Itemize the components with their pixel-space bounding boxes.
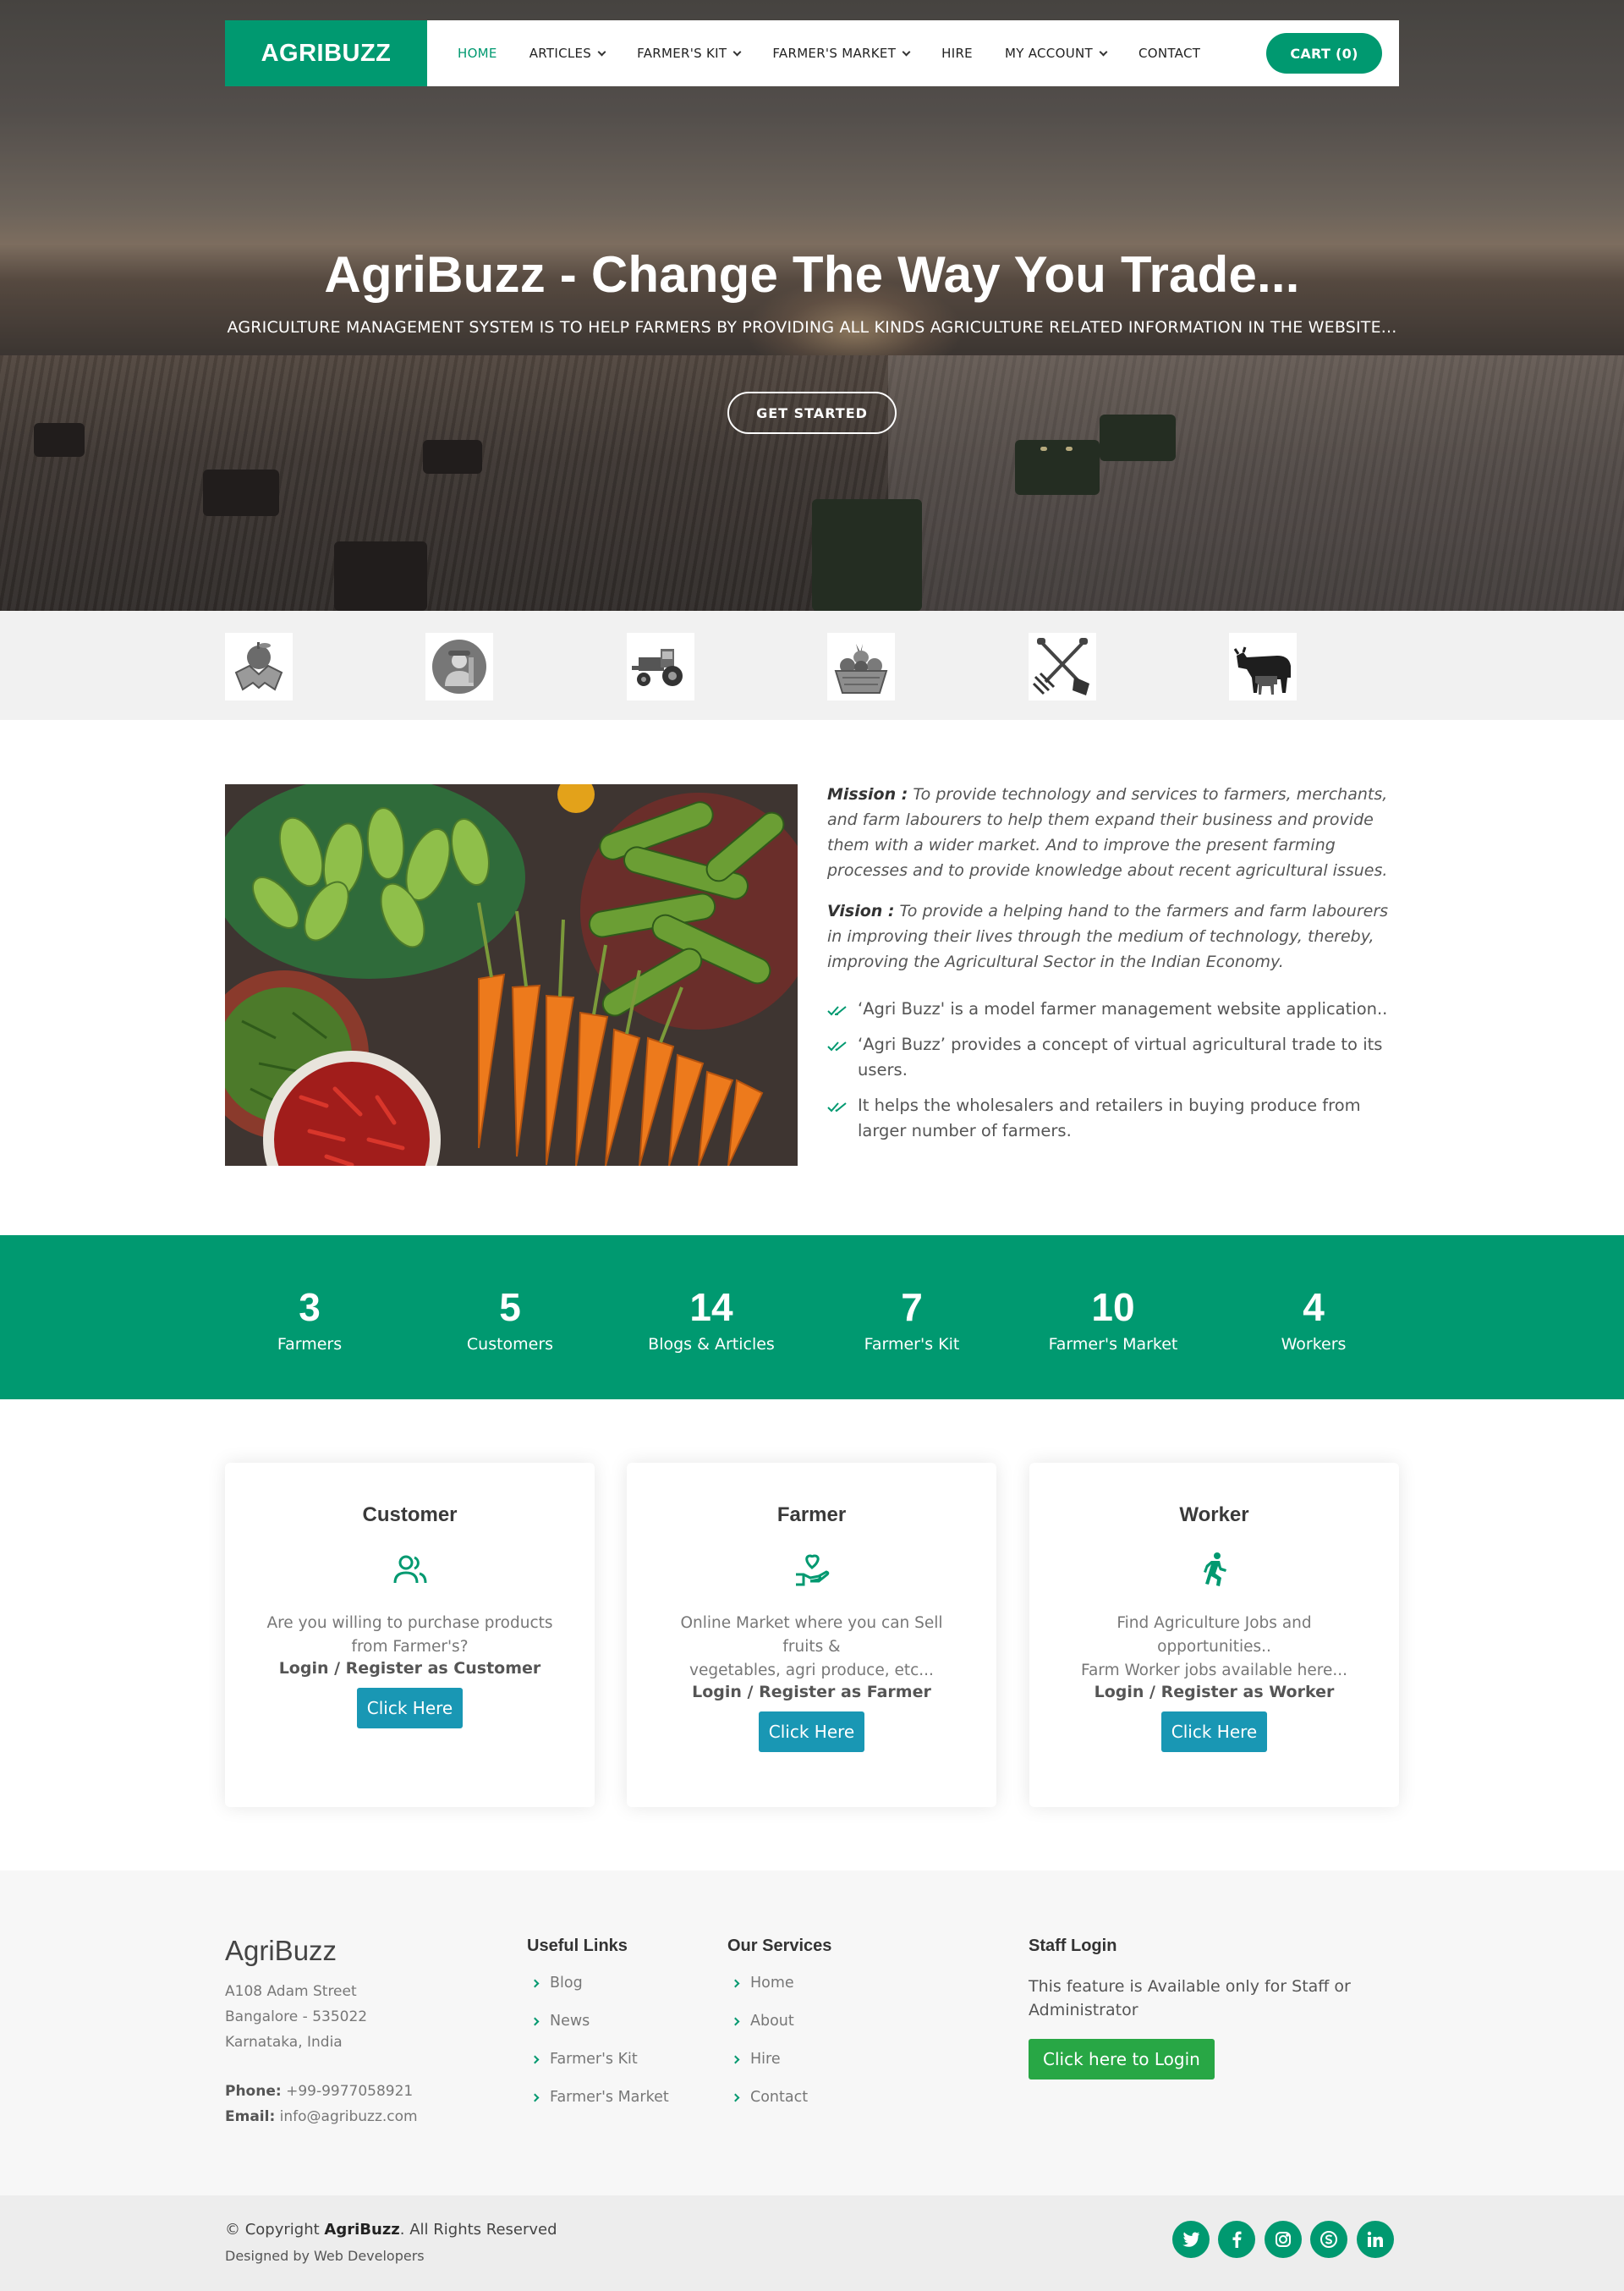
footer-phone[interactable]: +99-9977058921 [286, 2083, 413, 2100]
footer-contact: Phone: +99-9977058921 Email: info@agribu… [225, 2083, 418, 2125]
footer-link-news[interactable]: News [527, 2013, 669, 2030]
chevron-right-icon [530, 2093, 540, 2101]
chevron-right-icon [530, 2055, 540, 2063]
chevron-right-icon [731, 2017, 740, 2025]
hand-heart-icon [793, 1551, 831, 1588]
list-item: ‘Agri Buzz’ provides a concept of virtua… [827, 1032, 1399, 1083]
nav-item-contact[interactable]: CONTACT [1138, 46, 1200, 61]
services-column: Our Services Home About Hire Contact [727, 1937, 832, 2106]
stat-blogs-articles: 14 Blogs & Articles [648, 1285, 775, 1354]
hero-subtitle: AGRICULTURE MANAGEMENT SYSTEM IS TO HELP… [227, 318, 1397, 337]
instagram-icon[interactable] [1265, 2221, 1302, 2258]
chevron-right-icon [731, 2055, 740, 2063]
stat-farmers-kit: 7 Farmer's Kit [864, 1285, 960, 1354]
cow-calf-icon[interactable] [1229, 633, 1297, 700]
chevron-right-icon [530, 2017, 540, 2025]
nav-item-home[interactable]: HOME [458, 46, 497, 61]
useful-links-column: Useful Links Blog News Farmer's Kit Farm… [527, 1937, 669, 2106]
customer-card: Customer Are you willing to purchase pro… [225, 1463, 595, 1807]
linkedin-icon[interactable] [1357, 2221, 1394, 2258]
category-icon-strip [0, 611, 1624, 720]
footer-link-home[interactable]: Home [727, 1975, 831, 1992]
stat-workers: 4 Workers [1281, 1285, 1347, 1354]
chevron-down-icon [597, 47, 606, 56]
farmer-card: Farmer Online Market where you can Sell … [627, 1463, 996, 1807]
fruit-basket-icon[interactable] [827, 633, 895, 700]
stats-section: 3 Farmers 5 Customers 14 Blogs & Articles 7… [0, 1235, 1624, 1399]
farmer-click-here-button[interactable]: Click Here [759, 1711, 864, 1752]
nav-item-hire[interactable]: HIRE [941, 46, 973, 61]
list-item: It helps the wholesalers and retailers i… [827, 1093, 1399, 1144]
footer-link-contact[interactable]: Contact [727, 2089, 831, 2106]
footer: AgriBuzz A108 Adam Street Bangalore - 53… [0, 1871, 1624, 2195]
designed-by-text: Designed by Web Developers [225, 2248, 425, 2264]
nav-item-farmers-kit[interactable]: FARMER'S KIT [637, 46, 742, 61]
chevron-down-icon [902, 47, 911, 56]
nav-item-articles[interactable]: ARTICLES [529, 46, 606, 61]
skype-icon[interactable] [1310, 2221, 1347, 2258]
chevron-down-icon [1099, 47, 1108, 56]
footer-bottom-bar: © Copyright AgriBuzz. All Rights Reserve… [0, 2195, 1624, 2291]
site-logo[interactable]: AGRIBUZZ [225, 20, 427, 86]
get-started-button[interactable]: GET STARTED [727, 392, 897, 434]
footer-link-hire[interactable]: Hire [727, 2051, 831, 2068]
hero-title: AgriBuzz - Change The Way You Trade... [324, 246, 1300, 303]
tractor-icon[interactable] [627, 633, 694, 700]
chevron-right-icon [731, 2093, 740, 2101]
chevron-down-icon [732, 47, 742, 56]
vision-paragraph: Vision : To provide a helping hand to th… [827, 902, 1389, 971]
nav-item-my-account[interactable]: MY ACCOUNT [1005, 46, 1108, 61]
stat-customers: 5 Customers [466, 1285, 554, 1354]
stat-farmers-market: 10 Farmer's Market [1048, 1285, 1178, 1354]
running-person-icon [1196, 1551, 1233, 1588]
hero-section: AGRIBUZZ HOME ARTICLES FARMER'S KIT FARM… [0, 0, 1624, 611]
vegetables-photo [225, 784, 798, 1166]
customer-click-here-button[interactable]: Click Here [357, 1688, 463, 1728]
mission-paragraph: Mission : To provide technology and serv… [827, 785, 1388, 880]
rake-shovel-icon[interactable] [1029, 633, 1096, 700]
worker-card: Worker Find Agriculture Jobs and opportu… [1029, 1463, 1399, 1807]
farmer-avatar-icon[interactable] [425, 633, 493, 700]
footer-address: A108 Adam Street Bangalore - 535022 Karn… [225, 1983, 368, 2051]
copyright-text: © Copyright AgriBuzz. All Rights Reserve… [225, 2221, 557, 2239]
list-item: ‘Agri Buzz' is a model farmer management… [827, 997, 1399, 1022]
worker-click-here-button[interactable]: Click Here [1161, 1711, 1267, 1752]
nav-item-farmers-market[interactable]: FARMER'S MARKET [772, 46, 911, 61]
chevron-right-icon [731, 1979, 740, 1987]
footer-link-blog[interactable]: Blog [527, 1975, 669, 1992]
cart-button[interactable]: CART (0) [1266, 33, 1382, 74]
mission-vision-section: Mission : To provide technology and serv… [827, 782, 1399, 1154]
facebook-icon[interactable] [1218, 2221, 1255, 2258]
top-navbar: AGRIBUZZ HOME ARTICLES FARMER'S KIT FARM… [225, 20, 1399, 86]
footer-brand: AgriBuzz [225, 1935, 337, 1966]
twitter-icon[interactable] [1172, 2221, 1210, 2258]
staff-login-column: Staff Login This feature is Available on… [1029, 1937, 1384, 2079]
main-menu: HOME ARTICLES FARMER'S KIT FARMER'S MARK… [458, 46, 1232, 61]
stat-farmers: 3 Farmers [277, 1285, 343, 1354]
chevron-right-icon [530, 1979, 540, 1987]
handshake-apple-icon[interactable] [225, 633, 293, 700]
double-check-icon [827, 1000, 848, 1025]
footer-link-farmers-market[interactable]: Farmer's Market [527, 2089, 669, 2106]
footer-email[interactable]: info@agribuzz.com [280, 2108, 418, 2125]
double-check-icon [827, 1036, 848, 1061]
footer-link-about[interactable]: About [727, 2013, 831, 2030]
double-check-icon [827, 1096, 848, 1122]
users-icon [392, 1551, 429, 1588]
feature-list: ‘Agri Buzz' is a model farmer management… [827, 997, 1399, 1144]
staff-login-button[interactable]: Click here to Login [1029, 2039, 1215, 2079]
footer-link-farmers-kit[interactable]: Farmer's Kit [527, 2051, 669, 2068]
